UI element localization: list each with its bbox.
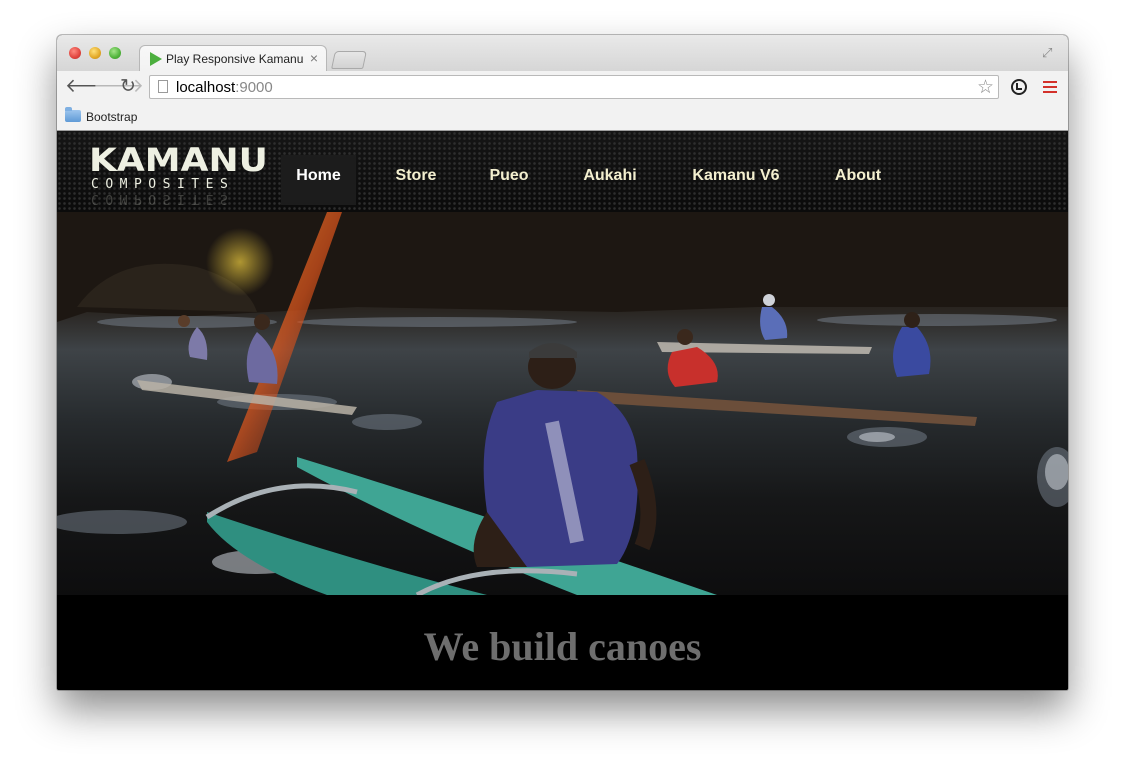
kamanu-logo[interactable]: KAMANU COMPOSITES COMPOSITES	[89, 145, 268, 206]
logo-word: KAMANU	[89, 142, 268, 180]
nav-item-pueo[interactable]: Pueo	[476, 155, 542, 205]
bookmarks-bar: Bootstrap	[57, 105, 1068, 131]
hero-image	[57, 212, 1068, 595]
reload-icon[interactable]: ↻	[120, 77, 136, 97]
extension-sync-icon[interactable]	[1011, 79, 1027, 95]
nav-item-store[interactable]: Store	[381, 155, 451, 205]
site-header: KAMANU COMPOSITES COMPOSITES Home Store …	[57, 131, 1068, 212]
star-icon[interactable]: ☆	[977, 76, 994, 99]
nav-item-aukahi[interactable]: Aukahi	[572, 155, 648, 205]
logo-reflection: COMPOSITES	[91, 191, 235, 206]
tab-title: Play Responsive Kamanu	[166, 52, 304, 66]
tagline-heading: We build canoes	[423, 624, 702, 669]
browser-window: Play Responsive Kamanu × ⤢ 🡐 🡒 ↻ localho…	[57, 35, 1068, 690]
hero-photo-canoe-paddlers	[57, 212, 1068, 595]
tab-close-icon[interactable]: ×	[310, 50, 318, 66]
forward-arrow-icon[interactable]: 🡒	[93, 77, 144, 97]
close-window-button[interactable]	[69, 47, 81, 59]
menu-icon[interactable]	[1043, 81, 1057, 93]
bookmark-bootstrap[interactable]: Bootstrap	[86, 110, 137, 124]
url-text: localhost:9000	[176, 79, 273, 96]
new-tab-button[interactable]	[331, 51, 367, 69]
tab-active[interactable]: Play Responsive Kamanu ×	[139, 45, 327, 71]
zoom-window-button[interactable]	[109, 47, 121, 59]
page-icon	[158, 80, 168, 93]
minimize-window-button[interactable]	[89, 47, 101, 59]
tagline-band: We build canoes	[57, 595, 1068, 690]
tab-strip: Play Responsive Kamanu × ⤢	[57, 35, 1068, 71]
address-bar[interactable]: localhost:9000 ☆	[149, 75, 999, 99]
folder-icon	[65, 107, 81, 122]
fullscreen-icon[interactable]: ⤢	[1042, 45, 1056, 60]
logo-subtitle: COMPOSITES	[91, 177, 235, 192]
nav-item-about[interactable]: About	[822, 155, 894, 205]
nav-item-kamanu-v6[interactable]: Kamanu V6	[680, 155, 792, 205]
nav-item-home[interactable]: Home	[281, 155, 356, 205]
play-favicon-icon	[150, 52, 162, 66]
browser-toolbar: 🡐 🡒 ↻ localhost:9000 ☆	[57, 71, 1068, 105]
